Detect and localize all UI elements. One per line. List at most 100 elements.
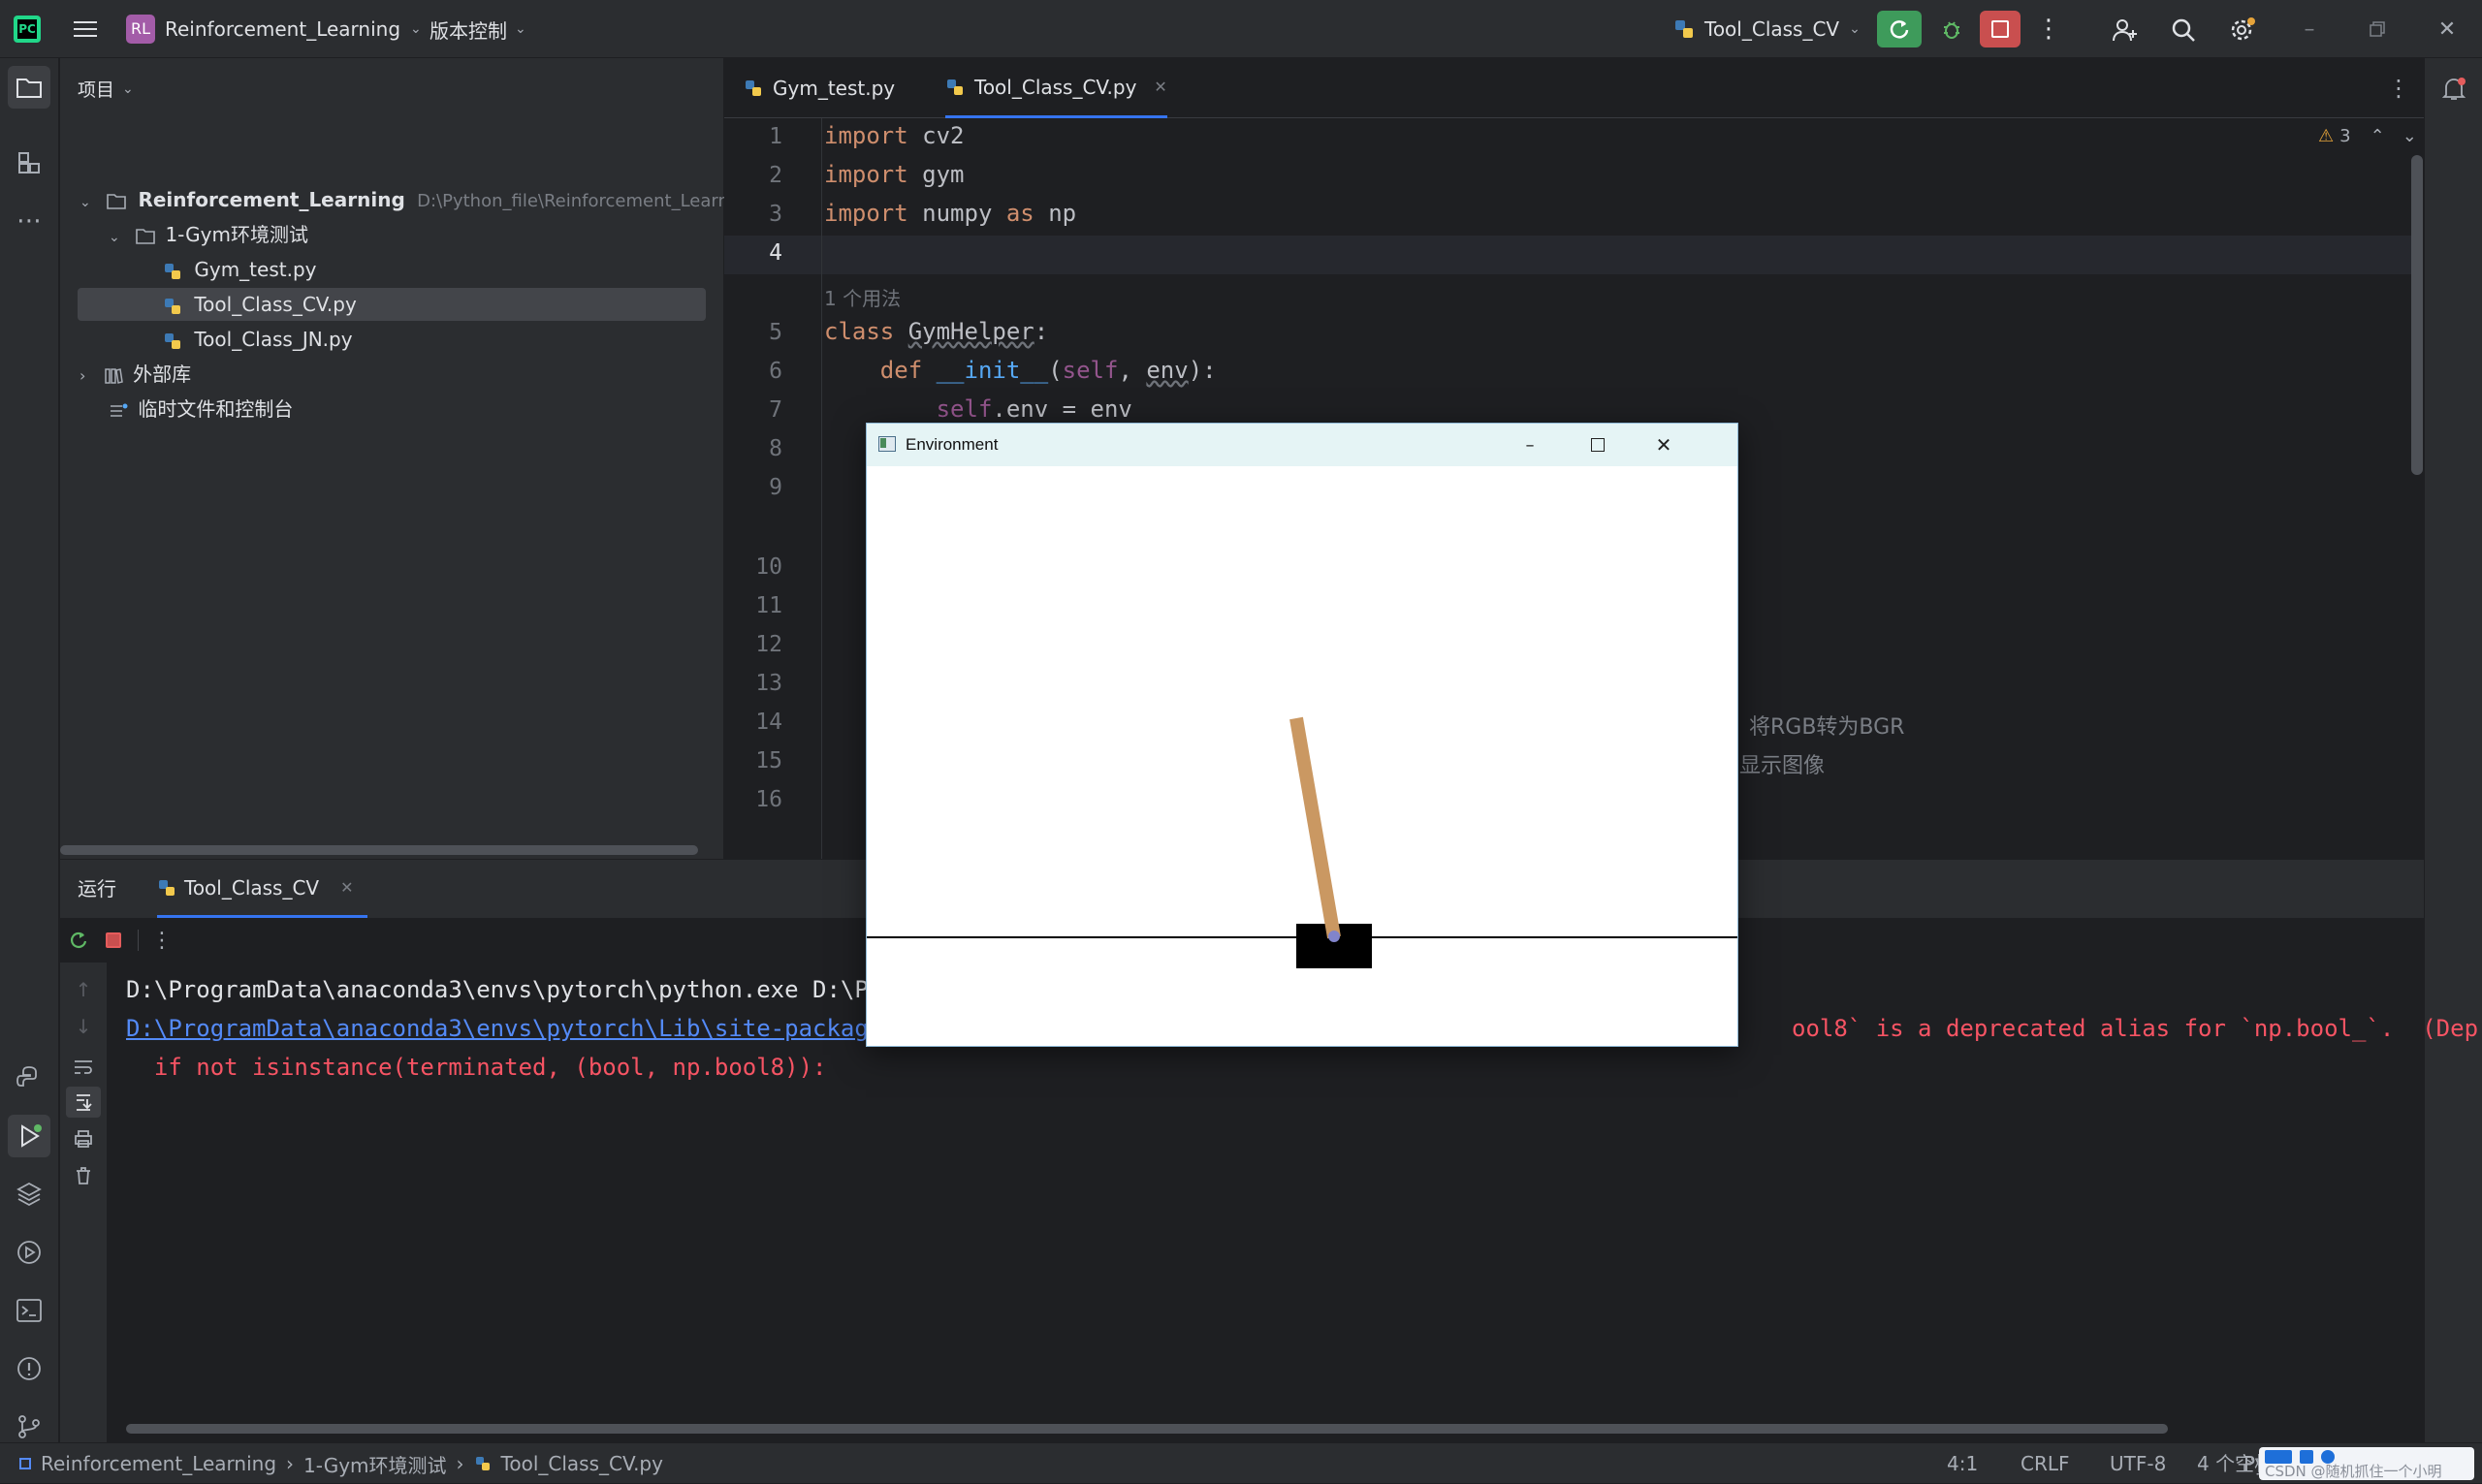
notifications-button[interactable] <box>2433 68 2475 111</box>
tree-folder[interactable]: ⌄ 1-Gym环境测试 <box>109 217 308 252</box>
tree-file[interactable]: Gym_test.py <box>163 252 316 287</box>
search-button[interactable] <box>2166 13 2201 47</box>
tree-file[interactable]: Tool_Class_CV.py <box>163 287 357 322</box>
minimize-window-button[interactable]: – <box>2292 15 2327 44</box>
console-horizontal-scrollbar[interactable] <box>126 1424 2168 1434</box>
bug-icon <box>1944 21 1959 39</box>
more-tools-icon[interactable]: ⋯ <box>8 200 50 242</box>
close-tab-icon[interactable]: ✕ <box>340 878 353 897</box>
run-side-toolbar: ↑ ↓ <box>60 963 107 1442</box>
horizontal-scrollbar[interactable] <box>60 845 698 855</box>
tree-scratches[interactable]: 临时文件和控制台 <box>109 392 293 426</box>
file-encoding[interactable]: UTF-8 <box>2110 1443 2166 1484</box>
environment-title-bar[interactable]: Environment – ✕ <box>867 424 1737 466</box>
tree-root[interactable]: ⌄ Reinforcement_Learning D:\Python_file\… <box>80 182 756 217</box>
chevron-down-icon: ⌄ <box>515 21 526 37</box>
python-file-icon <box>744 79 763 98</box>
layers-tool-button[interactable] <box>8 1173 50 1216</box>
close-window-button[interactable]: ✕ <box>2430 15 2465 44</box>
line-number: 7 <box>769 397 782 423</box>
scroll-to-end-button[interactable] <box>66 1087 101 1118</box>
inspection-widget[interactable]: ⚠ 3 ⌃ ⌄ <box>2318 126 2417 146</box>
env-maximize-button[interactable] <box>1576 429 1619 460</box>
run-tab[interactable]: Tool_Class_CV ✕ <box>157 860 367 918</box>
python-console-button[interactable] <box>8 1057 50 1099</box>
problems-tool-button[interactable] <box>8 1347 50 1390</box>
caret-position[interactable]: 4:1 <box>1947 1443 1978 1484</box>
library-icon <box>104 367 123 385</box>
tab-gym-test[interactable]: Gym_test.py <box>744 58 895 118</box>
cartpole-render <box>867 716 1737 968</box>
debug-button[interactable] <box>1933 11 1970 47</box>
print-button[interactable] <box>70 1125 97 1152</box>
scratches-icon <box>109 402 128 420</box>
stop-run-button[interactable] <box>101 928 126 953</box>
run-config-selector[interactable]: Tool_Class_CV ⌄ <box>1673 15 1861 44</box>
tab-tool-class-cv[interactable]: Tool_Class_CV.py ✕ <box>945 58 1167 118</box>
usage-hint[interactable]: 1 个用法 <box>824 283 901 311</box>
main-menu-icon[interactable] <box>70 16 101 43</box>
code-line-3[interactable]: import numpy as np <box>824 200 1076 227</box>
code-line-2[interactable]: import gym <box>824 161 965 188</box>
breadcrumb: Reinforcement_Learning › 1-Gym环境测试 › Too… <box>19 1443 663 1484</box>
tab-options-icon[interactable]: ⋮ <box>2384 72 2413 105</box>
project-view-selector[interactable]: 项目 ⌄ <box>78 76 134 102</box>
tree-scratches-label: 临时文件和控制台 <box>138 397 294 421</box>
soft-wrap-icon <box>75 1060 92 1074</box>
close-tab-icon[interactable]: ✕ <box>1154 57 1166 117</box>
status-bar: Reinforcement_Learning › 1-Gym环境测试 › Too… <box>0 1442 2482 1483</box>
rerun-button[interactable] <box>66 928 91 953</box>
console-line-1: D:\ProgramData\anaconda3\envs\pytorch\py… <box>126 976 897 1003</box>
tree-external-libs[interactable]: › 外部库 <box>80 357 191 392</box>
rerun-button[interactable] <box>1877 11 1922 47</box>
python-file-icon <box>945 78 965 97</box>
python-file-icon <box>163 332 182 351</box>
services-icon <box>17 1241 41 1264</box>
code-line-1[interactable]: import cv2 <box>824 122 965 149</box>
python-icon <box>1673 18 1695 40</box>
code-line-7[interactable]: self.env = env <box>824 395 1132 423</box>
chevron-up-icon[interactable]: ⌃ <box>2371 126 2385 146</box>
terminal-tool-button[interactable] <box>8 1289 50 1332</box>
breadcrumb-item[interactable]: 1-Gym环境测试 <box>303 1450 447 1478</box>
axle <box>1328 931 1340 942</box>
project-tool-button[interactable] <box>8 66 50 109</box>
restore-window-button[interactable] <box>2360 15 2395 44</box>
structure-tool-button[interactable] <box>8 142 50 184</box>
stop-button[interactable] <box>1980 11 2021 47</box>
pycharm-logo-icon: PC <box>14 16 41 43</box>
tree-root-path: D:\Python_file\Reinforcement_Learning <box>417 191 756 211</box>
rerun-icon <box>71 931 87 948</box>
vcs-menu[interactable]: 版本控制 ⌄ <box>430 15 526 44</box>
breadcrumb-item[interactable]: Reinforcement_Learning <box>41 1452 276 1475</box>
env-minimize-button[interactable]: – <box>1509 429 1551 460</box>
line-separator[interactable]: CRLF <box>2021 1443 2070 1484</box>
soft-wrap-button[interactable] <box>70 1054 97 1081</box>
scroll-up-icon[interactable]: ↑ <box>70 976 97 1003</box>
stop-icon <box>1991 20 2009 38</box>
right-tool-strip <box>2424 58 2482 1442</box>
env-close-button[interactable]: ✕ <box>1642 429 1685 460</box>
environment-window[interactable]: Environment – ✕ <box>866 423 1738 1047</box>
breadcrumb-item[interactable]: Tool_Class_CV.py <box>501 1452 663 1475</box>
run-options-icon[interactable]: ⋮ <box>149 926 175 955</box>
run-tool-button[interactable] <box>8 1115 50 1157</box>
watermark-overlay: CSDN @随机抓住一个小明 <box>2259 1447 2474 1480</box>
services-tool-button[interactable] <box>8 1231 50 1274</box>
chevron-down-icon[interactable]: ⌄ <box>2402 126 2417 146</box>
settings-button[interactable] <box>2224 13 2259 47</box>
title-bar: PC RL Reinforcement_Learning ⌄ 版本控制 ⌄ To… <box>0 0 2482 58</box>
add-user-button[interactable] <box>2108 13 2143 47</box>
vertical-scrollbar[interactable] <box>2411 155 2423 475</box>
chevron-down-icon: ⌄ <box>1849 21 1861 37</box>
clear-console-button[interactable] <box>70 1162 97 1189</box>
window-app-icon <box>878 436 896 452</box>
code-line-5[interactable]: class GymHelper: <box>824 318 1048 345</box>
tree-file[interactable]: Tool_Class_JN.py <box>163 322 353 357</box>
tab-label: Gym_test.py <box>773 77 896 100</box>
console-link[interactable]: D:\ProgramData\anaconda3\envs\pytorch\Li… <box>126 1015 897 1042</box>
more-actions-icon[interactable]: ⋮ <box>2032 11 2065 47</box>
scroll-down-icon[interactable]: ↓ <box>70 1013 97 1040</box>
code-line-6[interactable]: def __init__(self, env): <box>824 357 1217 384</box>
project-selector[interactable]: RL Reinforcement_Learning ⌄ <box>126 15 422 44</box>
